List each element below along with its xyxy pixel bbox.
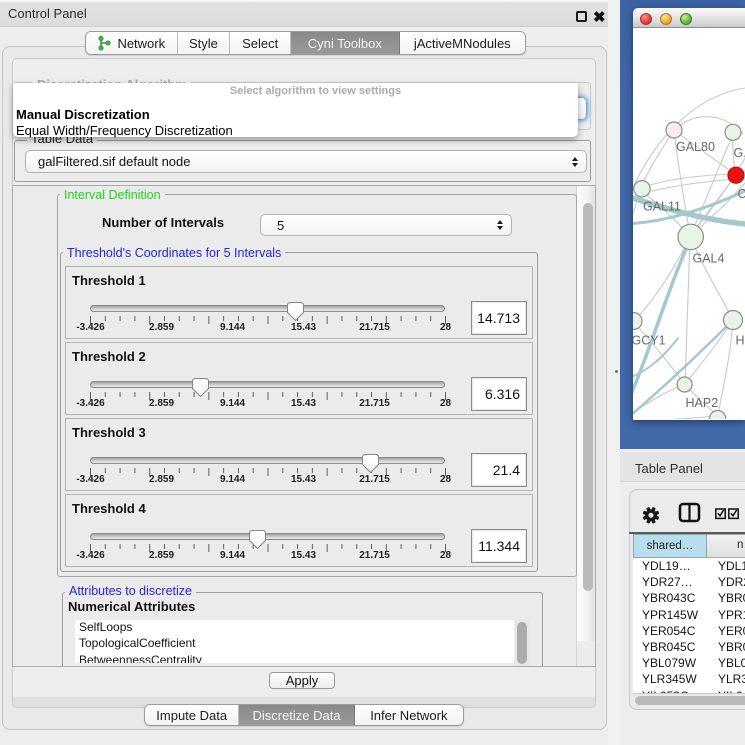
svg-text:HAP2: HAP2 <box>686 396 719 410</box>
svg-text:GCY1: GCY1 <box>633 334 666 348</box>
svg-text:GAL80: GAL80 <box>676 140 715 154</box>
svg-text:H: H <box>736 334 745 348</box>
svg-text:C: C <box>738 187 745 201</box>
svg-text:GAL11: GAL11 <box>643 200 681 214</box>
svg-text:G.: G. <box>734 146 745 160</box>
svg-text:GAL4: GAL4 <box>693 252 725 266</box>
